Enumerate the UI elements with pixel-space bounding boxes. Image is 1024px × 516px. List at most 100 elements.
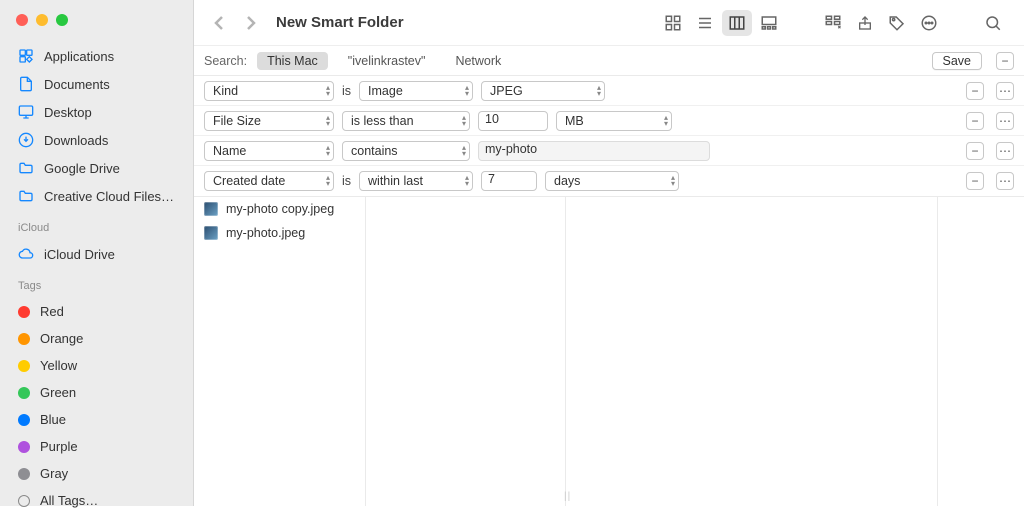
tag-label: Purple [40,439,78,454]
view-mode-group [658,10,784,36]
file-item[interactable]: my-photo copy.jpeg [194,197,365,221]
sidebar-item-icloud-drive[interactable]: iCloud Drive [0,240,193,268]
unit-select[interactable]: days▴▾ [545,171,679,191]
remove-search-button[interactable]: − [996,52,1014,70]
tag-dot-icon [18,414,30,426]
view-list-button[interactable] [690,10,720,36]
documents-icon [18,76,34,92]
attribute-select[interactable]: Name▴▾ [204,141,334,161]
tag-orange[interactable]: Orange [0,325,193,352]
sidebar-item-documents[interactable]: Documents [0,70,193,98]
maximize-window-button[interactable] [56,14,68,26]
result-column[interactable] [938,197,1024,506]
tag-label: Gray [40,466,68,481]
criteria-row-created-date: Created date▴▾ is within last▴▾ 7 days▴▾… [194,166,1024,196]
tag-blue[interactable]: Blue [0,406,193,433]
joiner-text: is [342,84,351,98]
favorites-list: Applications Documents Desktop Downloads… [0,40,193,212]
scope-this-mac[interactable]: This Mac [257,52,328,70]
sidebar-label: Creative Cloud Files… [44,189,174,204]
add-criteria-button[interactable]: ⋯ [996,172,1014,190]
applications-icon [18,48,34,64]
remove-criteria-button[interactable]: − [966,112,984,130]
value-select[interactable]: Image▴▾ [359,81,473,101]
folder-icon [18,188,34,204]
sidebar-item-all-tags[interactable]: All Tags… [0,487,193,514]
text-input[interactable]: my-photo [478,141,710,161]
scope-network[interactable]: Network [445,52,511,70]
tag-dot-icon [18,468,30,480]
sidebar-item-desktop[interactable]: Desktop [0,98,193,126]
sidebar: Applications Documents Desktop Downloads… [0,0,194,506]
view-gallery-button[interactable] [754,10,784,36]
remove-criteria-button[interactable]: − [966,82,984,100]
sidebar-label: Documents [44,77,110,92]
share-button[interactable] [850,10,880,36]
window-title: New Smart Folder [276,14,404,31]
view-columns-button[interactable] [722,10,752,36]
window-controls [0,10,193,40]
attribute-select[interactable]: File Size▴▾ [204,111,334,131]
sidebar-label: Desktop [44,105,92,120]
result-column[interactable] [366,197,566,506]
tag-yellow[interactable]: Yellow [0,352,193,379]
joiner-text: is [342,174,351,188]
folder-icon [18,160,34,176]
tags-button[interactable] [882,10,912,36]
view-icons-button[interactable] [658,10,688,36]
operator-select[interactable]: within last▴▾ [359,171,473,191]
operator-select[interactable]: is less than▴▾ [342,111,470,131]
file-name: my-photo.jpeg [226,226,305,240]
column-resize-handle[interactable]: || [564,491,571,502]
scope-user[interactable]: "ivelinkrastev" [338,52,436,70]
tag-label: Blue [40,412,66,427]
group-by-button[interactable] [818,10,848,36]
add-criteria-button[interactable]: ⋯ [996,112,1014,130]
add-criteria-button[interactable]: ⋯ [996,142,1014,160]
actions-button[interactable] [914,10,944,36]
sidebar-label: Applications [44,49,114,64]
criteria-row-name: Name▴▾ contains▴▾ my-photo − ⋯ [194,136,1024,166]
tag-red[interactable]: Red [0,298,193,325]
tag-dot-icon [18,360,30,372]
sidebar-item-applications[interactable]: Applications [0,42,193,70]
tags-list: Red Orange Yellow Green Blue Purple Gray… [0,296,193,516]
sidebar-label: Google Drive [44,161,120,176]
attribute-select[interactable]: Kind▴▾ [204,81,334,101]
number-input[interactable]: 10 [478,111,548,131]
subvalue-select[interactable]: JPEG▴▾ [481,81,605,101]
remove-criteria-button[interactable]: − [966,142,984,160]
unit-select[interactable]: MB▴▾ [556,111,672,131]
tag-gray[interactable]: Gray [0,460,193,487]
cloud-icon [18,246,34,262]
result-column[interactable]: my-photo copy.jpeg my-photo.jpeg [194,197,366,506]
save-button[interactable]: Save [932,52,983,70]
close-window-button[interactable] [16,14,28,26]
tag-dot-icon [18,306,30,318]
sidebar-item-creative-cloud[interactable]: Creative Cloud Files… [0,182,193,210]
toolbar: New Smart Folder [194,0,1024,46]
icloud-list: iCloud Drive [0,238,193,270]
attribute-select[interactable]: Created date▴▾ [204,171,334,191]
tag-dot-icon [18,333,30,345]
tag-dot-icon [18,441,30,453]
jpeg-file-icon [204,226,218,240]
minimize-window-button[interactable] [36,14,48,26]
jpeg-file-icon [204,202,218,216]
remove-criteria-button[interactable]: − [966,172,984,190]
results-columns: my-photo copy.jpeg my-photo.jpeg || [194,197,1024,506]
tag-label: Yellow [40,358,77,373]
tag-green[interactable]: Green [0,379,193,406]
downloads-icon [18,132,34,148]
add-criteria-button[interactable]: ⋯ [996,82,1014,100]
file-item[interactable]: my-photo.jpeg [194,221,365,245]
sidebar-item-google-drive[interactable]: Google Drive [0,154,193,182]
forward-button[interactable] [240,13,260,33]
tag-purple[interactable]: Purple [0,433,193,460]
search-button[interactable] [978,10,1008,36]
operator-select[interactable]: contains▴▾ [342,141,470,161]
back-button[interactable] [210,13,230,33]
result-column[interactable] [566,197,938,506]
sidebar-item-downloads[interactable]: Downloads [0,126,193,154]
number-input[interactable]: 7 [481,171,537,191]
